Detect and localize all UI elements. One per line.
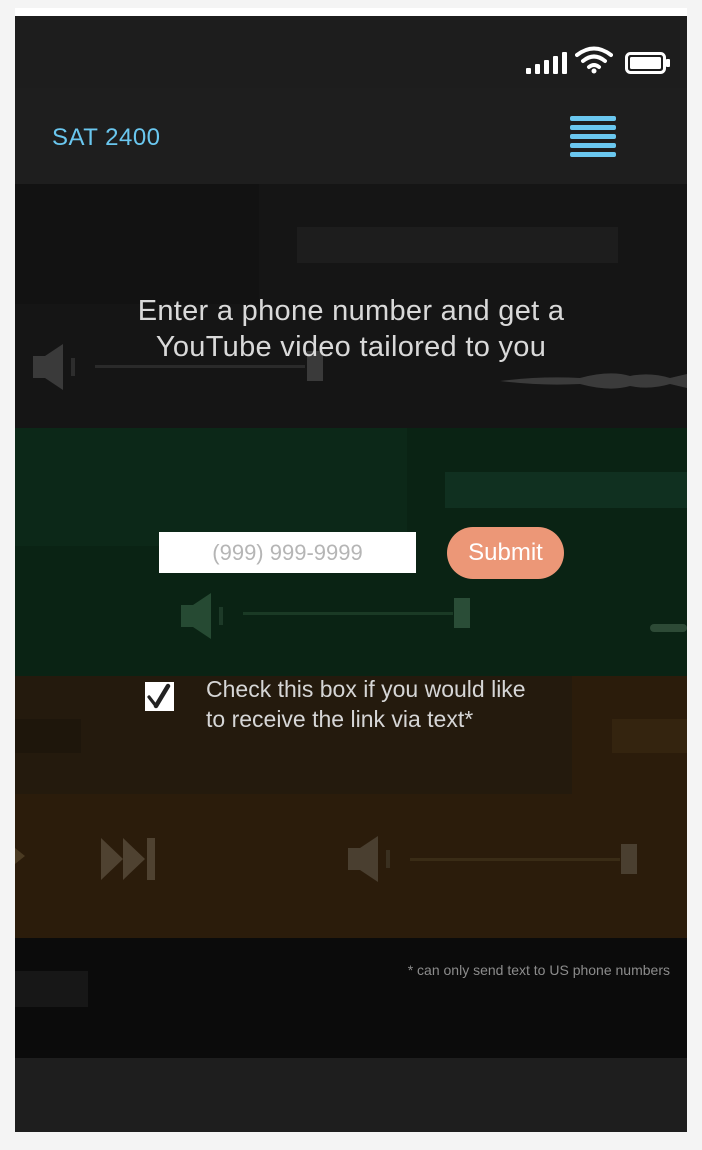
background-title-bar: [15, 719, 81, 753]
volume-slider-track: [95, 365, 305, 368]
bottom-bar: [15, 1058, 687, 1132]
volume-slider-knob: [621, 844, 637, 874]
background-title-bar: [612, 719, 687, 753]
background-title-bar: [297, 227, 618, 263]
background-title-bar: [445, 472, 687, 508]
volume-icon: [181, 593, 223, 639]
app-screen: SAT 2400 Enter a phone number and get a …: [15, 8, 687, 1132]
checkbox-label-line: to receive the link via text*: [206, 706, 474, 732]
audio-waveform: [500, 373, 687, 389]
status-bar: [526, 44, 671, 74]
headline-line: Enter a phone number and get a: [137, 295, 565, 327]
screen-top-edge: [15, 8, 687, 16]
brand-title[interactable]: SAT 2400: [52, 124, 161, 152]
sms-checkbox-label[interactable]: Check this box if you would like to rece…: [206, 674, 606, 734]
app-header: SAT 2400: [15, 88, 687, 184]
checkbox-label-line: Check this box if you would like: [206, 676, 526, 702]
background-panel: [15, 184, 259, 304]
page-headline: Enter a phone number and get a YouTube v…: [15, 293, 687, 365]
checkmark-icon: [147, 683, 171, 709]
volume-slider-track: [410, 858, 620, 861]
background-panel: [15, 428, 407, 546]
play-icon: [15, 848, 25, 864]
volume-slider-track: [243, 612, 453, 615]
audio-waveform: [650, 624, 687, 632]
volume-slider-knob: [454, 598, 470, 628]
wifi-icon: [575, 46, 613, 74]
submit-button[interactable]: Submit: [447, 527, 564, 579]
volume-icon: [348, 836, 390, 882]
hamburger-menu-icon[interactable]: [570, 116, 616, 160]
sms-checkbox[interactable]: [145, 682, 174, 711]
background-title-bar: [15, 971, 88, 1007]
phone-number-input[interactable]: [159, 532, 416, 573]
headline-line: YouTube video tailored to you: [155, 331, 547, 363]
sms-footnote: * can only send text to US phone numbers: [407, 962, 670, 978]
battery-icon: [625, 52, 670, 74]
background-video-band-black: [15, 938, 687, 1058]
signal-bars-icon: [526, 52, 567, 74]
skip-forward-icon: [101, 838, 155, 880]
